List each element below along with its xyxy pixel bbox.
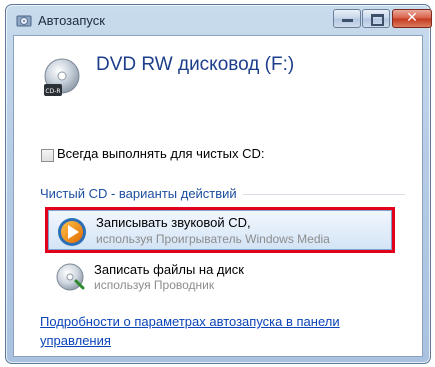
always-do-checkbox[interactable] bbox=[41, 149, 54, 162]
cd-r-badge: CD-R bbox=[45, 88, 60, 95]
close-icon: ✕ bbox=[406, 9, 418, 25]
maximize-icon bbox=[371, 14, 384, 26]
dialog-content: CD-R DVD RW дисковод (F:) Всегда выполня… bbox=[13, 35, 423, 357]
burn-disc-icon bbox=[56, 263, 85, 291]
window-title: Автозапуск bbox=[38, 13, 105, 28]
title-bar[interactable]: Автозапуск ✕ bbox=[6, 5, 432, 35]
always-do-label[interactable]: Всегда выполнять для чистых CD: bbox=[57, 146, 265, 161]
close-button[interactable]: ✕ bbox=[392, 9, 432, 28]
option-burn-audio-cd[interactable]: Записывать звуковой CD, используя Проигр… bbox=[45, 207, 395, 253]
option-burn-audio-cd-subtitle: используя Проигрыватель Windows Media bbox=[96, 232, 330, 246]
option-burn-files[interactable]: Записать файлы на диск используя Проводн… bbox=[44, 258, 394, 302]
windows-media-player-icon bbox=[58, 218, 86, 246]
section-title: Чистый CD - варианты действий bbox=[40, 186, 243, 201]
minimize-icon bbox=[342, 19, 353, 22]
drive-title: DVD RW дисковод (F:) bbox=[96, 54, 295, 75]
option-burn-files-subtitle: используя Проводник bbox=[94, 278, 215, 292]
autoplay-window: Автозапуск ✕ CD-R DVD RW дисковод (F:) В… bbox=[5, 4, 432, 364]
autoplay-settings-link[interactable]: Подробности о параметрах автозапуска в п… bbox=[40, 312, 410, 350]
option-burn-audio-cd-title: Записывать звуковой CD, bbox=[96, 215, 251, 230]
option-burn-files-title: Записать файлы на диск bbox=[94, 262, 244, 277]
minimize-button[interactable] bbox=[333, 9, 361, 28]
dvd-rw-drive-icon: CD-R bbox=[44, 58, 80, 96]
autoplay-icon bbox=[16, 15, 32, 27]
maximize-button[interactable] bbox=[362, 9, 390, 28]
